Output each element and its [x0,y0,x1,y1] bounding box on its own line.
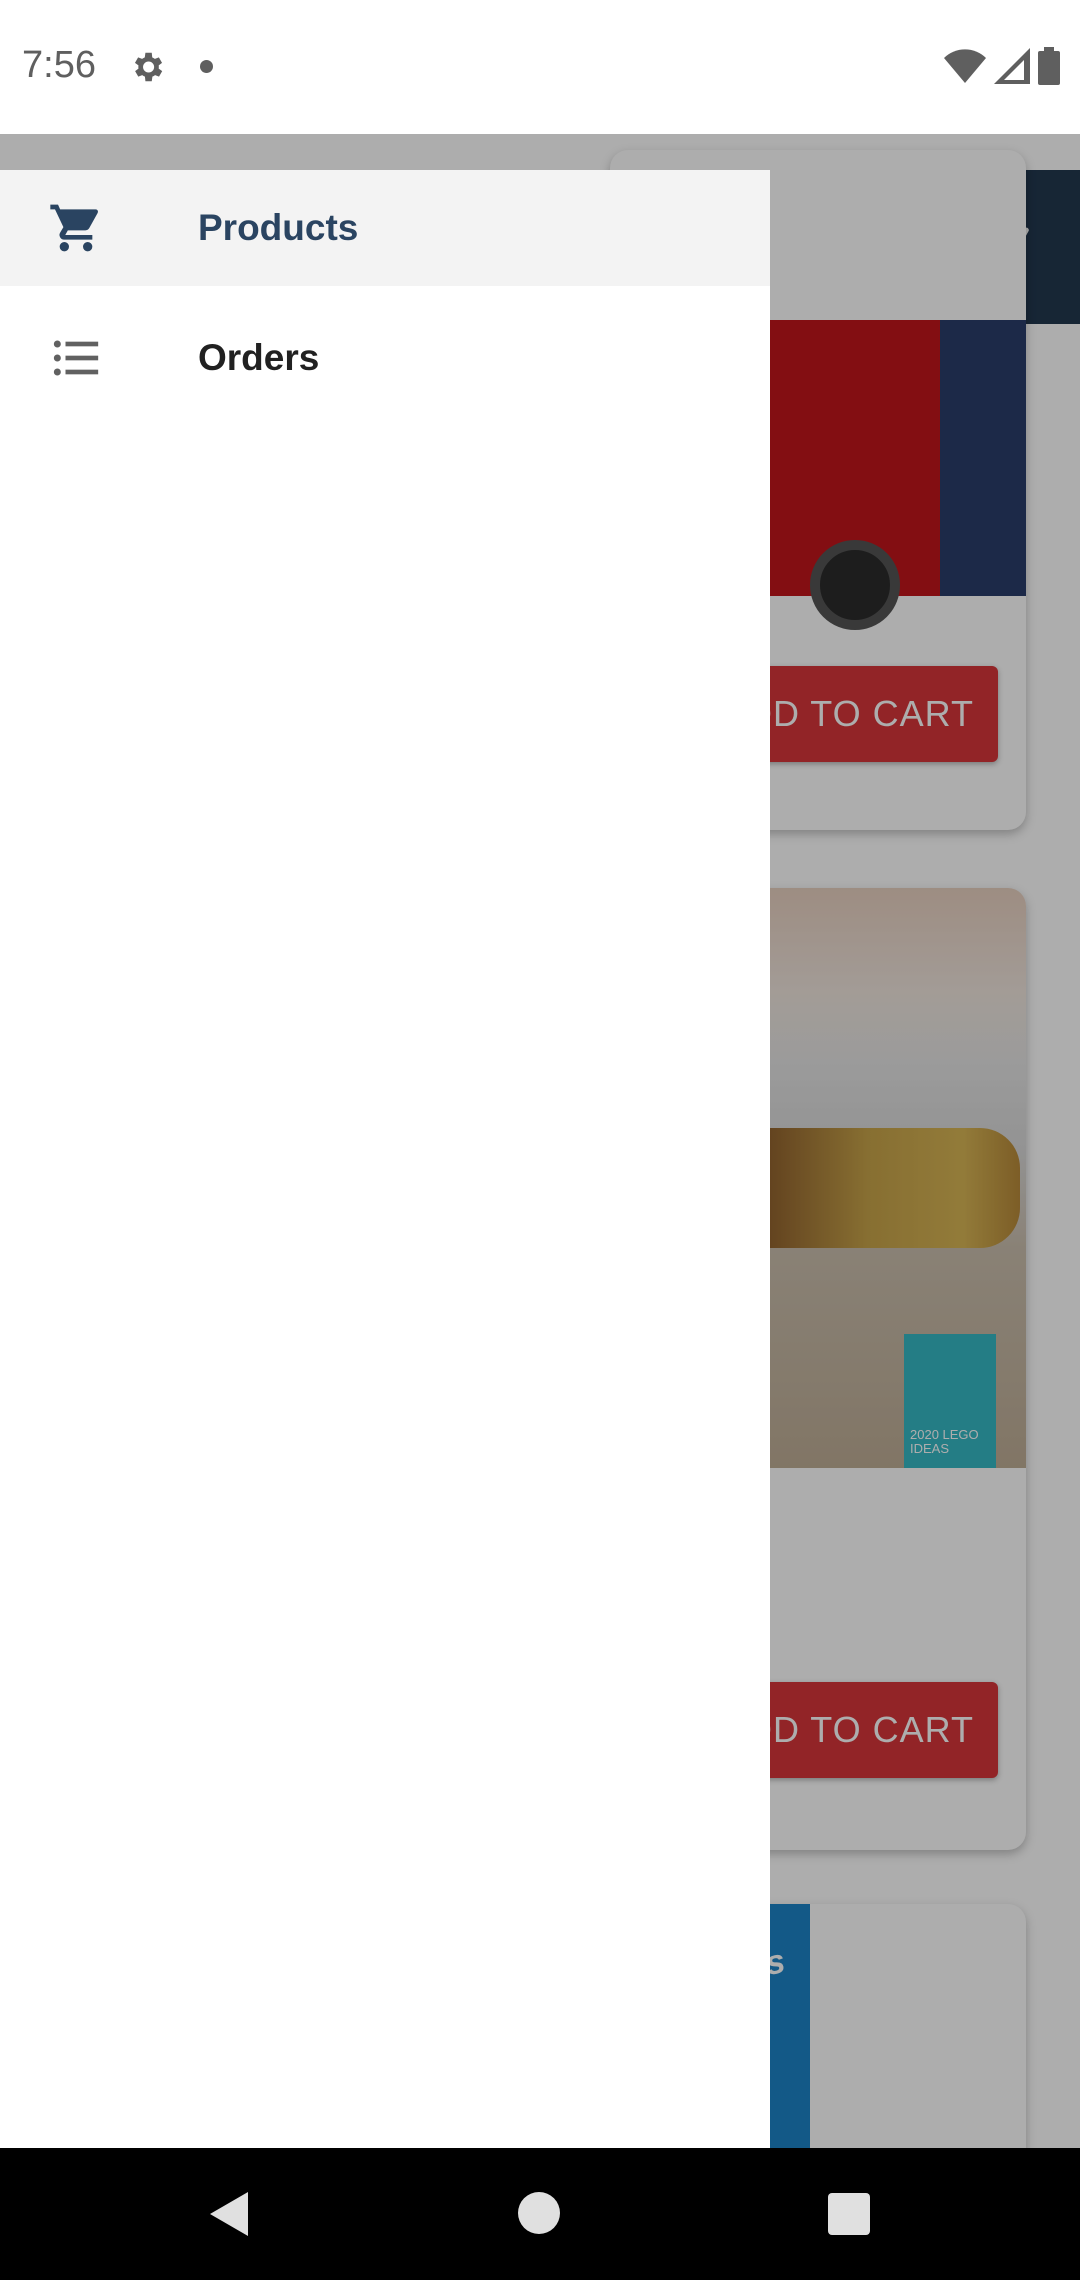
status-time: 7:56 [22,44,96,86]
settings-gear-icon [134,52,163,82]
wifi-icon [944,49,986,83]
battery-icon [1038,47,1060,85]
system-nav-bar [0,2148,1080,2280]
back-icon[interactable] [204,2188,254,2240]
status-bar: 7:56 [0,0,1080,134]
navigation-drawer: Products Orders [0,170,770,2148]
status-icons [944,46,1060,86]
drawer-item-label: Orders [198,337,320,378]
recents-icon[interactable] [828,2193,870,2235]
drawer-item-orders[interactable]: Orders [0,300,770,416]
home-icon[interactable] [518,2192,560,2234]
cart-icon [50,204,99,252]
drawer-item-label: Products [198,207,359,248]
notification-dot-icon [200,60,213,73]
drawer-item-products[interactable]: Products [0,170,770,286]
cellular-signal-icon [994,48,1030,84]
list-icon [53,340,99,376]
